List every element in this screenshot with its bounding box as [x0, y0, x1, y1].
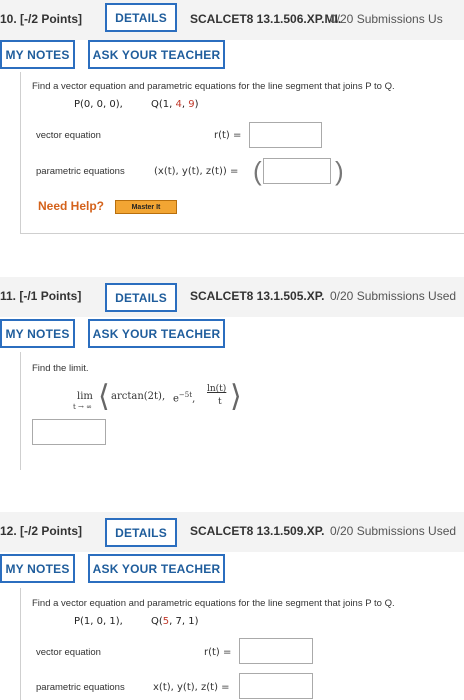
- question-prompt: Find a vector equation and parametric eq…: [32, 598, 395, 609]
- limit-answer-input[interactable]: [32, 419, 106, 445]
- submissions-count: 0/20 Submissions Used: [330, 524, 457, 538]
- open-angle-bracket: ⟨: [98, 379, 110, 414]
- my-notes-button[interactable]: MY NOTES: [0, 40, 75, 69]
- point-p: P(0, 0, 0),: [74, 99, 123, 110]
- need-help-label: Need Help?: [38, 199, 105, 213]
- question-number: 12. [-/2 Points]: [0, 524, 83, 538]
- question-prompt: Find the limit.: [32, 363, 89, 374]
- vector-equation-input[interactable]: [249, 122, 322, 148]
- vector-equation-input[interactable]: [239, 638, 313, 664]
- point-q: Q(5, 7, 1): [151, 616, 199, 627]
- parametric-equations-input[interactable]: [239, 673, 313, 699]
- vector-equation-label: vector equation: [36, 647, 101, 658]
- close-angle-bracket: ⟩: [230, 379, 242, 414]
- question-11-body: Find the limit. lim t → ∞ ⟨ arctan(2t), …: [20, 352, 464, 470]
- fraction-denominator: t: [218, 397, 222, 407]
- ask-your-teacher-button[interactable]: ASK YOUR TEACHER: [88, 40, 225, 69]
- question-11-notes-row: MY NOTES ASK YOUR TEACHER: [0, 318, 464, 354]
- r-of-t-label: r(t) =: [204, 647, 232, 658]
- parametric-equations-label: parametric equations: [36, 682, 125, 693]
- close-paren: ): [335, 156, 344, 186]
- limit-symbol: lim: [77, 391, 93, 402]
- parametric-equations-label: parametric equations: [36, 166, 125, 177]
- question-12-body: Find a vector equation and parametric eq…: [20, 588, 464, 700]
- details-button[interactable]: DETAILS: [105, 518, 177, 547]
- question-12-header: 12. [-/2 Points] DETAILS SCALCET8 13.1.5…: [0, 512, 464, 552]
- question-prompt: Find a vector equation and parametric eq…: [32, 81, 395, 92]
- point-p: P(1, 0, 1),: [74, 616, 123, 627]
- question-10-body: Find a vector equation and parametric eq…: [20, 72, 464, 234]
- parametric-expression: x(t), y(t), z(t) =: [153, 682, 230, 693]
- limit-subscript: t → ∞: [73, 403, 92, 411]
- question-10-header: 10. [-/2 Points] DETAILS SCALCET8 13.1.5…: [0, 0, 464, 40]
- open-paren: (: [253, 156, 262, 186]
- vector-equation-label: vector equation: [36, 130, 101, 141]
- parametric-expression: (x(t), y(t), z(t)) =: [154, 166, 239, 177]
- master-it-button[interactable]: Master It: [115, 200, 177, 214]
- question-number: 10. [-/2 Points]: [0, 12, 83, 26]
- exp-term: e−5t,: [173, 391, 196, 405]
- ask-your-teacher-button[interactable]: ASK YOUR TEACHER: [88, 319, 225, 348]
- question-number: 11. [-/1 Points]: [0, 289, 82, 303]
- my-notes-button[interactable]: MY NOTES: [0, 319, 75, 348]
- question-code: SCALCET8 13.1.505.XP.: [190, 289, 325, 303]
- fraction-numerator: ln(t): [207, 384, 227, 394]
- submissions-count: 0/20 Submissions Used: [330, 289, 457, 303]
- details-button[interactable]: DETAILS: [105, 283, 177, 312]
- question-code: SCALCET8 13.1.509.XP.: [190, 524, 325, 538]
- question-10-notes-row: MY NOTES ASK YOUR TEACHER: [0, 40, 464, 76]
- arctan-term: arctan(2t),: [111, 391, 166, 402]
- my-notes-button[interactable]: MY NOTES: [0, 554, 75, 583]
- ask-your-teacher-button[interactable]: ASK YOUR TEACHER: [88, 554, 225, 583]
- question-12-notes-row: MY NOTES ASK YOUR TEACHER: [0, 553, 464, 589]
- question-11-header: 11. [-/1 Points] DETAILS SCALCET8 13.1.5…: [0, 277, 464, 317]
- question-code: SCALCET8 13.1.506.XP.MI.: [190, 12, 342, 26]
- submissions-count: 0/20 Submissions Us: [330, 12, 443, 26]
- parametric-equations-input[interactable]: [263, 158, 331, 184]
- point-q: Q(1, 4, 9): [151, 99, 199, 110]
- details-button[interactable]: DETAILS: [105, 3, 177, 32]
- r-of-t-label: r(t) =: [214, 130, 242, 141]
